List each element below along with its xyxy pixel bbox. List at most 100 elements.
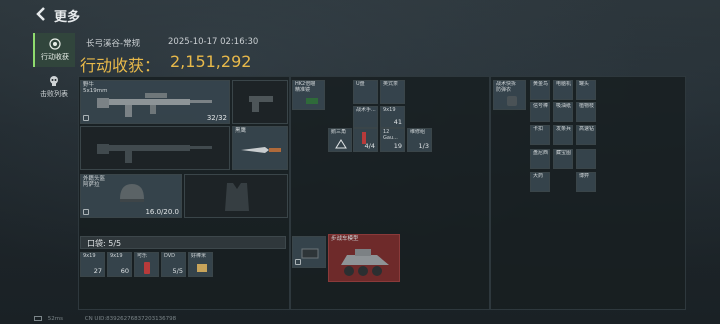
item-name: 战术手...	[356, 107, 376, 113]
soda-can-icon	[144, 262, 150, 274]
backpack-item[interactable]: 藏宝图	[553, 149, 573, 169]
top-bar: 更多	[0, 0, 720, 28]
tab-loot-label: 行动收获	[41, 53, 69, 61]
pistol-icon	[249, 96, 273, 112]
item-name: 可乐	[137, 253, 148, 259]
item-name: 大药	[533, 173, 544, 179]
rig-item[interactable]: 英式茶	[380, 80, 405, 104]
item-count: 1/3	[418, 142, 429, 150]
rig-item[interactable]: 12 Gau... 19	[380, 128, 405, 152]
rig-item[interactable]: 维修组 1/3	[407, 128, 432, 152]
backpack-item[interactable]: 战术快拆 防弹衣	[493, 80, 526, 110]
backpack-item[interactable]: 电脑机	[553, 80, 573, 100]
armor-slot[interactable]	[184, 174, 288, 218]
item-name: 9x19	[110, 253, 123, 259]
melee-name: 黑鹰	[235, 128, 247, 134]
tab-kills[interactable]: 击败列表	[33, 70, 75, 104]
backpack-item[interactable]: 信号棒	[530, 102, 550, 122]
backpack-item[interactable]: 吸油纸	[553, 102, 573, 122]
item-count: 5/5	[172, 267, 183, 275]
lock-icon	[295, 259, 301, 265]
pouch-item[interactable]: DVD 5/5	[161, 252, 186, 277]
item-name: 罐头	[579, 81, 590, 87]
rig-item[interactable]: 9x19 41	[380, 106, 405, 128]
primary-weapon-slot[interactable]: 野牛 5x19mm 32/32	[80, 80, 230, 124]
scope-icon	[306, 98, 318, 104]
item-name: 博弈	[579, 173, 590, 179]
pouch-item[interactable]: 9x19 60	[107, 252, 132, 277]
map-name: 长弓溪谷-常规	[86, 39, 141, 49]
item-name: DVD	[164, 253, 176, 259]
backpack-item[interactable]: 博弈	[576, 172, 596, 192]
vest-icon	[507, 96, 517, 106]
item-name: 植物枝	[579, 103, 595, 109]
backpack-item[interactable]: 罐头	[576, 80, 596, 100]
pouch-label: 口袋: 5/5	[87, 239, 122, 248]
match-datetime: 2025-10-17 02:16:30	[168, 37, 259, 47]
target-icon	[49, 38, 61, 50]
lock-icon	[83, 115, 89, 121]
item-name: 藏宝图	[556, 150, 572, 156]
rig-item[interactable]: 鹅三角	[328, 128, 352, 152]
snack-icon	[197, 264, 207, 272]
pistol-slot[interactable]	[232, 80, 288, 124]
item-name: 盘尼西	[533, 150, 549, 156]
back-arrow-icon[interactable]	[34, 6, 48, 22]
tab-loot[interactable]: 行动收获	[33, 33, 75, 67]
pouch-item[interactable]: 可乐	[134, 252, 159, 277]
item-count: 19	[393, 142, 402, 150]
item-name: 发条兵	[556, 126, 572, 132]
pouch-item[interactable]: 好棒米	[188, 252, 213, 277]
item-count: 60	[120, 267, 129, 275]
rig-item[interactable]: HK2倍瞄 精准镜	[292, 80, 325, 110]
tab-kills-label: 击败列表	[40, 90, 68, 98]
backpack-item[interactable]: 高速钻	[576, 125, 596, 145]
backpack-item[interactable]	[576, 149, 596, 169]
helmet-icon	[120, 184, 144, 202]
backpack-item[interactable]: 大药	[530, 172, 550, 192]
armored-vehicle-icon	[341, 249, 389, 276]
secondary-weapon-slot[interactable]	[80, 126, 230, 170]
helmet-durability: 16.0/20.0	[145, 208, 179, 216]
item-name: 步战车模型	[331, 236, 359, 242]
status-footer: 52ms CN UID:83926276837203136798	[34, 316, 176, 322]
item-name: 信号棒	[533, 103, 549, 109]
warning-triangle-icon	[335, 139, 347, 149]
pouch-item[interactable]: 9x19 27	[80, 252, 105, 277]
rig-item[interactable]: U盘	[353, 80, 378, 104]
item-name: 维修组	[410, 129, 426, 135]
backpack-item[interactable]: 植物枝	[576, 102, 596, 122]
item-count: 27	[93, 267, 102, 275]
item-count: 41	[393, 118, 402, 126]
item-count: 4/4	[364, 142, 375, 150]
knife-icon	[241, 147, 281, 153]
item-name: 吸油纸	[556, 103, 572, 109]
helmet-slot[interactable]: 外籍头盔 阿萨拉 16.0/20.0	[80, 174, 182, 218]
rifle-icon	[97, 93, 212, 117]
backpack-item[interactable]: 盘尼西	[530, 149, 550, 169]
item-name: 9x19	[383, 107, 396, 113]
signal-icon	[34, 316, 42, 321]
item-name: 9x19	[83, 253, 96, 259]
rig-item[interactable]: 4/4	[353, 128, 378, 152]
item-name: 鹅三角	[331, 129, 347, 135]
vest-silhouette-icon	[225, 183, 249, 211]
secure-container-slot[interactable]	[292, 236, 326, 268]
backpack-item[interactable]: 发条兵	[553, 125, 573, 145]
backpack-item[interactable]: 黄金鸟	[530, 80, 550, 100]
helmet-name: 外籍头盔 阿萨拉	[83, 176, 106, 189]
item-name: 黄金鸟	[533, 81, 549, 87]
item-name: 12 Gau...	[383, 129, 398, 141]
melee-slot[interactable]: 黑鹰	[232, 126, 288, 170]
user-uid: CN UID:83926276837203136798	[84, 316, 177, 322]
vehicle-model-slot[interactable]: 步战车模型	[328, 234, 400, 282]
item-name: 高速钻	[579, 126, 595, 132]
case-icon	[301, 248, 319, 259]
page-title: 更多	[54, 10, 81, 25]
item-name: 电脑机	[556, 81, 572, 87]
item-name: 好棒米	[191, 253, 207, 259]
rig-item[interactable]: 战术手...	[353, 106, 378, 128]
loot-value: 2,151,292	[170, 52, 252, 71]
backpack-item[interactable]: 卡扣	[530, 125, 550, 145]
item-name: 卡扣	[533, 126, 544, 132]
